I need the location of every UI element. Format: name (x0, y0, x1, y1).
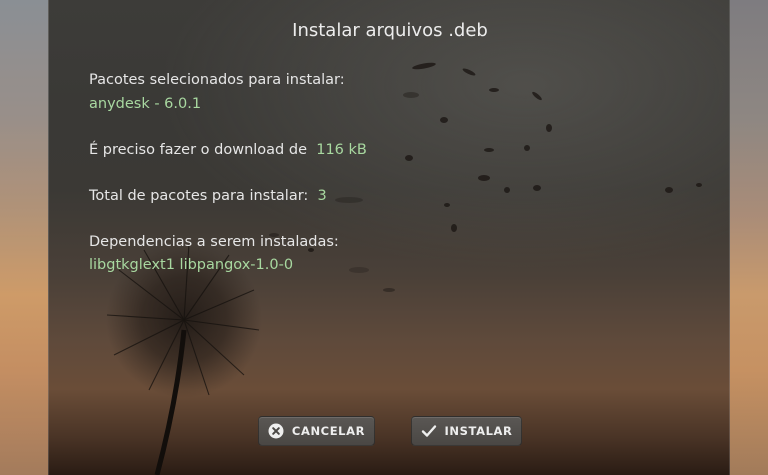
cancel-button[interactable]: CANCELAR (258, 416, 375, 446)
cancel-button-label: CANCELAR (291, 424, 366, 438)
desktop-background-right (730, 0, 768, 475)
selected-packages-value: anydesk - 6.0.1 (89, 96, 202, 112)
install-button-label: INSTALAR (444, 424, 513, 438)
desktop-background-left (0, 0, 48, 475)
dialog-title: Instalar arquivos .deb (292, 20, 488, 41)
install-deb-dialog: Instalar arquivos .deb Pacotes seleciona… (48, 0, 730, 475)
selected-packages-label: Pacotes selecionados para instalar: (89, 72, 345, 88)
close-circle-icon (268, 423, 284, 439)
download-size-row: É preciso fazer o download de 116 kB (89, 142, 367, 158)
total-packages-value: 3 (317, 188, 327, 204)
dependencies-value: libgtkglext1 libpangox-1.0-0 (89, 257, 294, 273)
checkmark-icon (421, 423, 437, 439)
download-size-value: 116 kB (316, 142, 367, 158)
dependencies-label: Dependencias a serem instaladas: (89, 234, 339, 250)
download-size-label: É preciso fazer o download de (89, 142, 307, 158)
install-button[interactable]: INSTALAR (411, 416, 522, 446)
total-packages-label: Total de pacotes para instalar: (89, 188, 309, 204)
total-packages-row: Total de pacotes para instalar: 3 (89, 188, 327, 204)
